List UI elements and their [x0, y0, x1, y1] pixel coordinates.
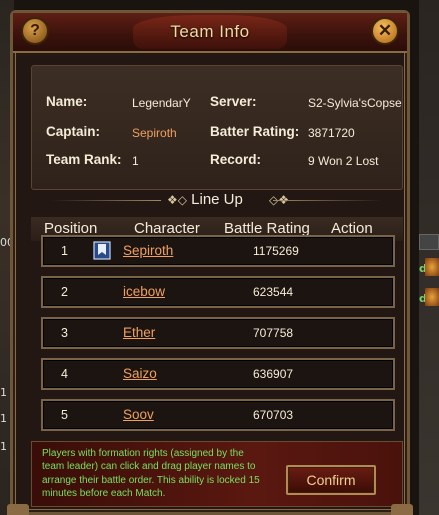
row-battle-rating: 636907: [253, 367, 294, 381]
row-position: 4: [61, 367, 68, 381]
row-position: 3: [61, 326, 68, 340]
player-name-link[interactable]: Saizo: [123, 366, 157, 381]
team-rank-value: 1: [132, 154, 139, 168]
player-name-link[interactable]: icebow: [123, 284, 165, 299]
lineup-header: ❖◇ Line Up ◇❖: [31, 190, 403, 212]
team-name-value: LegendarY: [132, 96, 191, 110]
lineup-row[interactable]: 5 Soov 670703: [41, 399, 395, 431]
banner-icon: [93, 241, 111, 260]
lineup-row[interactable]: 1 Sepiroth 1175269: [41, 235, 395, 267]
background-number: 1: [0, 412, 7, 425]
lineup-row[interactable]: 2 icebow 623544: [41, 276, 395, 308]
team-info-panel: Name: LegendarY Server: S2-Sylvia'sCopse…: [31, 65, 403, 190]
divider: [273, 200, 383, 201]
window-title: Team Info: [170, 22, 250, 41]
player-name-link[interactable]: Soov: [123, 407, 154, 422]
record-label: Record:: [210, 152, 262, 167]
captain-label: Captain:: [46, 124, 100, 139]
frame-corner: [7, 504, 29, 515]
confirm-button[interactable]: Confirm: [286, 465, 376, 495]
record-value: 9 Won 2 Lost: [308, 154, 379, 168]
close-icon[interactable]: ✕: [371, 17, 399, 45]
row-battle-rating: 623544: [253, 285, 294, 299]
team-rank-label: Team Rank:: [46, 152, 122, 167]
background-item-icon: [425, 288, 439, 306]
row-position: 1: [61, 244, 68, 258]
captain-value: Sepiroth: [132, 126, 177, 140]
player-name-link[interactable]: Ether: [123, 325, 155, 340]
server-label: Server:: [210, 94, 257, 109]
background-number: 1: [0, 440, 7, 453]
notice-text: Players with formation rights (assigned …: [42, 448, 260, 499]
background-number: 1: [0, 386, 7, 399]
name-label: Name:: [46, 94, 88, 109]
formation-notice: Players with formation rights (assigned …: [31, 441, 403, 507]
player-name-link[interactable]: Sepiroth: [123, 243, 173, 258]
frame-corner: [391, 504, 413, 515]
row-battle-rating: 1175269: [253, 244, 299, 258]
row-position: 2: [61, 285, 68, 299]
batter-rating-label: Batter Rating:: [210, 124, 300, 139]
help-icon[interactable]: ?: [21, 17, 49, 45]
lineup-row[interactable]: 3 Ether 707758: [41, 317, 395, 349]
team-info-window: Team Info ? ✕ Name: LegendarY Server: S2…: [7, 10, 413, 515]
background-right-panel: d d: [419, 0, 439, 515]
background-item-icon: [425, 258, 439, 276]
background-dropdown: [419, 234, 439, 250]
lineup-row[interactable]: 4 Saizo 636907: [41, 358, 395, 390]
row-battle-rating: 670703: [253, 408, 294, 422]
title-bar: Team Info ? ✕: [13, 13, 407, 53]
row-position: 5: [61, 408, 68, 422]
row-battle-rating: 707758: [253, 326, 294, 340]
batter-rating-value: 3871720: [308, 126, 355, 140]
server-value: S2-Sylvia'sCopse: [308, 96, 402, 110]
